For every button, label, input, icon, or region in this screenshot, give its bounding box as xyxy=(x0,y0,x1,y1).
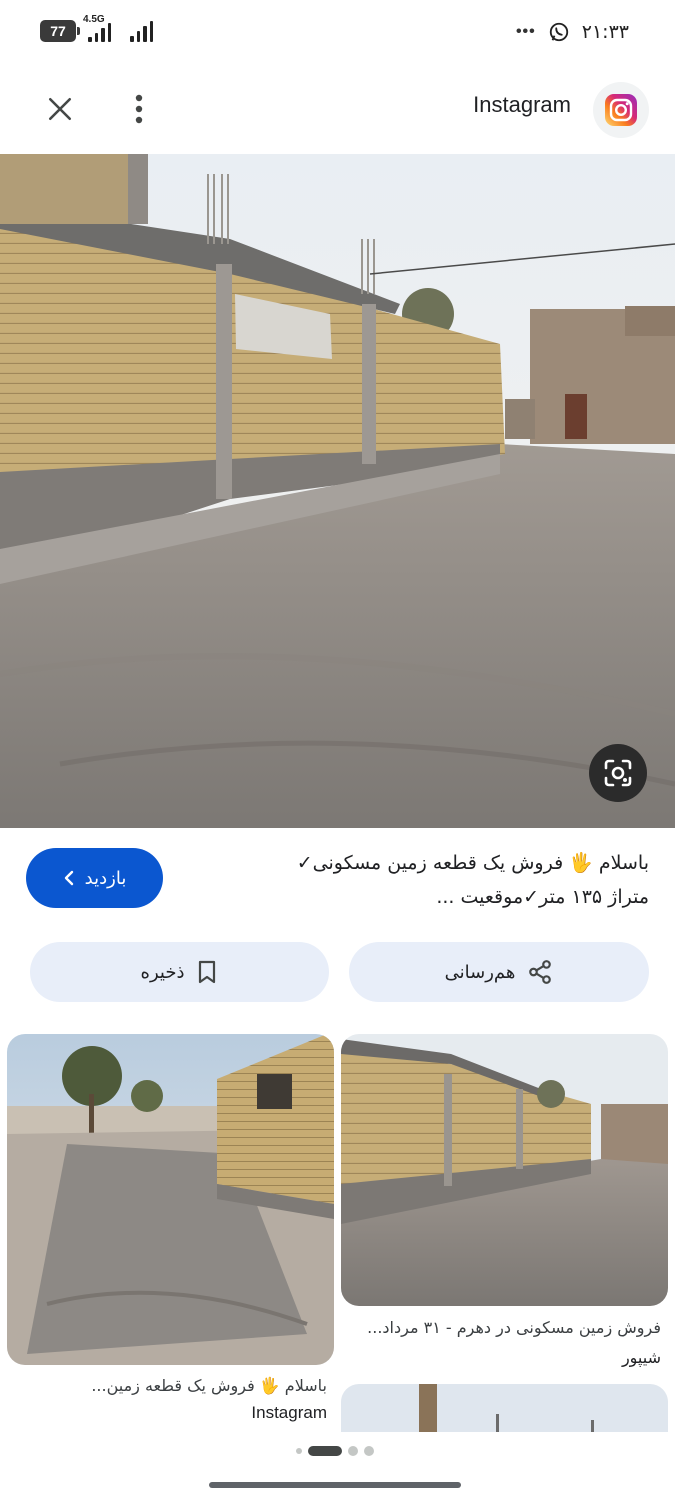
page-dot xyxy=(348,1446,358,1456)
page-indicator xyxy=(296,1446,374,1456)
caption-line: متراژ ۱۳۵ متر✓موقعیت ... xyxy=(436,886,649,908)
google-lens-icon xyxy=(604,759,632,787)
related-photo xyxy=(7,1034,334,1365)
bookmark-icon xyxy=(199,960,216,984)
page-dot xyxy=(364,1446,374,1456)
whatsapp-icon xyxy=(549,22,568,42)
save-button[interactable]: ذخیره xyxy=(30,942,329,1002)
related-photo xyxy=(341,1034,668,1306)
page-dot xyxy=(296,1448,302,1454)
signal-icon xyxy=(130,18,153,42)
land-photo xyxy=(0,154,675,828)
page-dot-active xyxy=(308,1446,342,1456)
source-logo[interactable] xyxy=(593,82,649,138)
clock: ۲۱:۳۳ xyxy=(581,21,629,43)
battery-indicator: 77 xyxy=(40,20,80,42)
related-image[interactable] xyxy=(7,1034,334,1365)
home-gesture-bar[interactable] xyxy=(209,1482,461,1488)
share-icon xyxy=(529,960,552,984)
save-label: ذخیره xyxy=(140,961,185,983)
notification-overflow-icon: ••• xyxy=(515,23,536,40)
status-bar: 77 4.5G ••• ۲۱:۳۳ xyxy=(0,0,675,62)
related-image[interactable] xyxy=(341,1384,668,1432)
related-source: شیپور xyxy=(621,1348,661,1367)
related-image[interactable] xyxy=(341,1034,668,1306)
signal-icon xyxy=(88,18,111,42)
share-label: هم‌رسانی xyxy=(444,961,516,983)
instagram-icon xyxy=(605,94,637,126)
more-options-button[interactable] xyxy=(118,89,160,129)
visual-search-button[interactable] xyxy=(589,744,647,802)
related-photo xyxy=(341,1384,668,1432)
related-title[interactable]: باسلام 🖐 فروش یک قطعه زمین... xyxy=(91,1376,327,1395)
more-vert-icon xyxy=(135,94,143,124)
viewer-header: Instagram xyxy=(0,62,675,154)
chevron-left-icon xyxy=(64,870,73,886)
visit-button[interactable]: بازدید xyxy=(26,848,163,908)
visit-label: بازدید xyxy=(84,867,127,889)
source-name[interactable]: Instagram xyxy=(473,92,571,118)
close-icon xyxy=(48,97,72,121)
caption-line: باسلام 🖐 فروش یک قطعه زمین مسکونی✓ xyxy=(296,852,649,874)
image-caption[interactable]: باسلام 🖐 فروش یک قطعه زمین مسکونی✓ متراژ… xyxy=(209,846,649,914)
main-image[interactable] xyxy=(0,154,675,828)
related-source: Instagram xyxy=(251,1403,327,1422)
close-button[interactable] xyxy=(36,89,84,129)
related-title[interactable]: فروش زمین مسکونی در دهرم - ۳۱ مرداد... xyxy=(367,1318,661,1337)
share-button[interactable]: هم‌رسانی xyxy=(349,942,649,1002)
